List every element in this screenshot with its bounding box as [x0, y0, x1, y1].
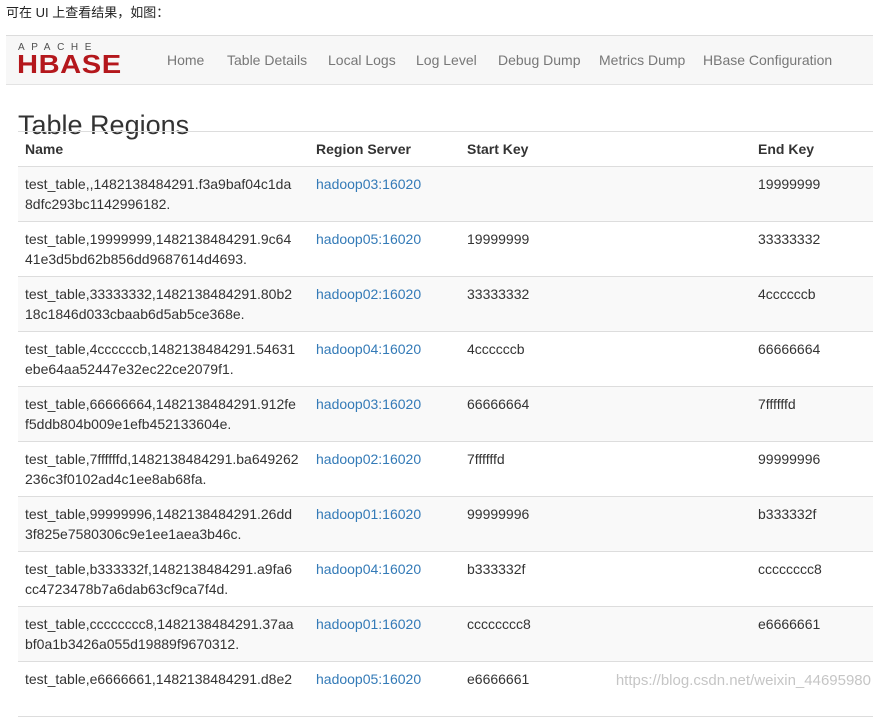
- nav-table-details[interactable]: Table Details: [227, 52, 307, 68]
- start-key-cell: 99999996: [460, 496, 751, 552]
- start-key-cell: cccccccc8: [460, 606, 751, 662]
- region-server-link[interactable]: hadoop03:16020: [316, 176, 421, 192]
- region-name-cell: test_table,cccccccc8,1482138484291.37aab…: [18, 606, 309, 662]
- table-row: test_table,33333332,1482138484291.80b218…: [18, 276, 873, 332]
- nav-local-logs[interactable]: Local Logs: [328, 52, 396, 68]
- table-row: test_table,cccccccc8,1482138484291.37aab…: [18, 606, 873, 662]
- start-key-cell: 7ffffffd: [460, 441, 751, 497]
- nav-hbase-configuration[interactable]: HBase Configuration: [703, 52, 832, 68]
- region-server-link[interactable]: hadoop03:16020: [316, 396, 421, 412]
- start-key-cell: 33333332: [460, 276, 751, 332]
- table-row: test_table,,1482138484291.f3a9baf04c1da8…: [18, 166, 873, 222]
- start-key-cell: b333332f: [460, 551, 751, 607]
- region-server-link[interactable]: hadoop04:16020: [316, 561, 421, 577]
- end-key-cell: 66666664: [751, 331, 873, 387]
- table-row: test_table,19999999,1482138484291.9c6441…: [18, 221, 873, 277]
- watermark: https://blog.csdn.net/weixin_44695980: [615, 672, 871, 689]
- end-key-cell: 4ccccccb: [751, 276, 873, 332]
- region-server-cell: hadoop01:16020: [309, 606, 460, 662]
- region-name-cell: test_table,19999999,1482138484291.9c6441…: [18, 221, 309, 277]
- end-key-cell: 7ffffffd: [751, 386, 873, 442]
- regions-table-container: Name Region Server Start Key End Key tes…: [18, 131, 873, 717]
- end-key-cell: e6666661: [751, 606, 873, 662]
- table-row: test_table,4ccccccb,1482138484291.54631e…: [18, 331, 873, 387]
- region-server-cell: hadoop02:16020: [309, 276, 460, 332]
- header-end-key: End Key: [751, 131, 873, 167]
- regions-table: Name Region Server Start Key End Key tes…: [18, 131, 873, 717]
- end-key-cell: cccccccc8: [751, 551, 873, 607]
- table-row: test_table,66666664,1482138484291.912fef…: [18, 386, 873, 442]
- region-name-cell: test_table,7ffffffd,1482138484291.ba6492…: [18, 441, 309, 497]
- region-server-cell: hadoop05:16020: [309, 661, 460, 717]
- region-server-link[interactable]: hadoop05:16020: [316, 231, 421, 247]
- region-server-cell: hadoop03:16020: [309, 386, 460, 442]
- region-name-cell: test_table,33333332,1482138484291.80b218…: [18, 276, 309, 332]
- top-navbar: APACHE HBASE Home Table Details Local Lo…: [6, 35, 873, 85]
- logo-hbase-text: HBASE: [17, 49, 122, 79]
- nav-debug-dump[interactable]: Debug Dump: [498, 52, 581, 68]
- region-name-cell: test_table,99999996,1482138484291.26dd3f…: [18, 496, 309, 552]
- region-server-link[interactable]: hadoop05:16020: [316, 671, 421, 687]
- start-key-cell: 4ccccccb: [460, 331, 751, 387]
- table-row: test_table,b333332f,1482138484291.a9fa6c…: [18, 551, 873, 607]
- region-server-cell: hadoop01:16020: [309, 496, 460, 552]
- region-server-cell: hadoop04:16020: [309, 551, 460, 607]
- table-body: test_table,,1482138484291.f3a9baf04c1da8…: [18, 166, 873, 717]
- region-server-cell: hadoop03:16020: [309, 166, 460, 222]
- region-server-link[interactable]: hadoop02:16020: [316, 286, 421, 302]
- region-name-cell: test_table,4ccccccb,1482138484291.54631e…: [18, 331, 309, 387]
- intro-text: 可在 UI 上查看结果，如图：: [6, 5, 170, 20]
- nav-log-level[interactable]: Log Level: [416, 52, 477, 68]
- region-server-cell: hadoop02:16020: [309, 441, 460, 497]
- region-server-link[interactable]: hadoop02:16020: [316, 451, 421, 467]
- end-key-cell: 19999999: [751, 166, 873, 222]
- region-name-cell: test_table,e6666661,1482138484291.d8e2: [18, 661, 309, 717]
- region-server-link[interactable]: hadoop01:16020: [316, 506, 421, 522]
- region-server-link[interactable]: hadoop01:16020: [316, 616, 421, 632]
- start-key-cell: [460, 166, 751, 222]
- header-name: Name: [18, 131, 309, 167]
- end-key-cell: 33333332: [751, 221, 873, 277]
- header-region-server: Region Server: [309, 131, 460, 167]
- region-name-cell: test_table,b333332f,1482138484291.a9fa6c…: [18, 551, 309, 607]
- end-key-cell: b333332f: [751, 496, 873, 552]
- nav-metrics-dump[interactable]: Metrics Dump: [599, 52, 685, 68]
- hbase-logo[interactable]: APACHE HBASE: [17, 43, 142, 79]
- start-key-cell: 66666664: [460, 386, 751, 442]
- region-name-cell: test_table,66666664,1482138484291.912fef…: [18, 386, 309, 442]
- end-key-cell: 99999996: [751, 441, 873, 497]
- table-header-row: Name Region Server Start Key End Key: [18, 131, 873, 167]
- region-name-cell: test_table,,1482138484291.f3a9baf04c1da8…: [18, 166, 309, 222]
- table-row: test_table,7ffffffd,1482138484291.ba6492…: [18, 441, 873, 497]
- start-key-cell: 19999999: [460, 221, 751, 277]
- region-server-cell: hadoop04:16020: [309, 331, 460, 387]
- table-row: test_table,99999996,1482138484291.26dd3f…: [18, 496, 873, 552]
- region-server-cell: hadoop05:16020: [309, 221, 460, 277]
- header-start-key: Start Key: [460, 131, 751, 167]
- region-server-link[interactable]: hadoop04:16020: [316, 341, 421, 357]
- nav-home[interactable]: Home: [167, 52, 204, 68]
